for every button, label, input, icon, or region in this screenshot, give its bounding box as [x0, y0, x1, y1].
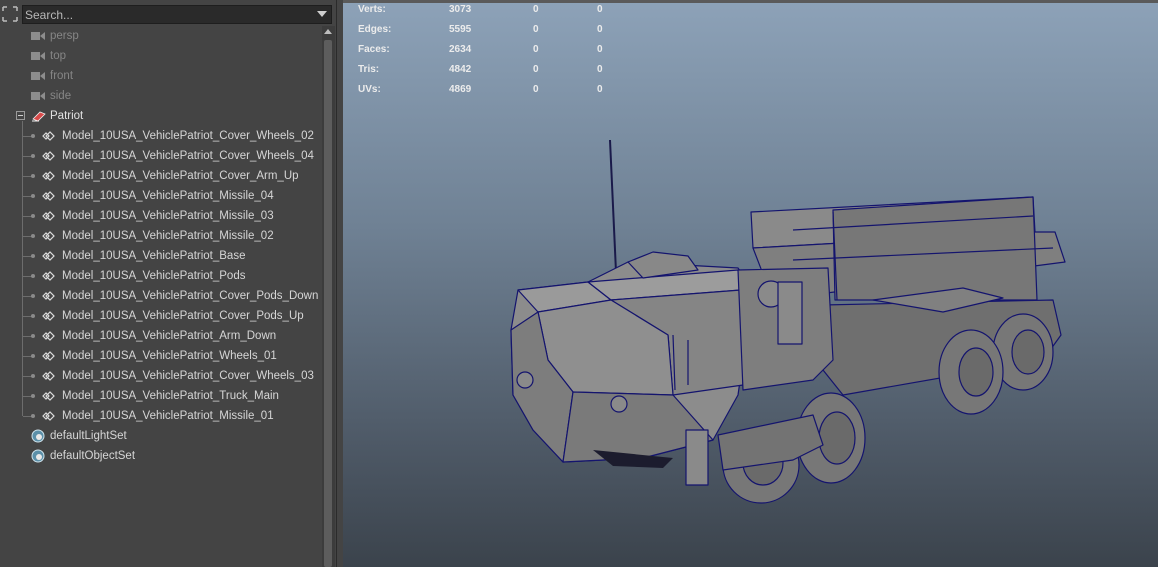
tree-item-label: Model_10USA_VehiclePatriot_Wheels_01 — [62, 350, 277, 362]
tree-item-label: front — [50, 70, 74, 82]
mesh-icon — [42, 311, 55, 321]
tree-item-label: defaultObjectSet — [50, 450, 136, 462]
mesh-icon — [42, 291, 55, 301]
tree-item-label: Model_10USA_VehiclePatriot_Cover_Arm_Up — [62, 170, 299, 182]
camera-icon — [31, 32, 45, 40]
set-icon — [31, 429, 45, 443]
tree-item-label: Model_10USA_VehiclePatriot_Cover_Pods_Up — [62, 310, 304, 322]
tree-item-label: side — [50, 90, 72, 102]
tree-item-label: Model_10USA_VehiclePatriot_Missile_02 — [62, 230, 274, 242]
tree-item-mesh[interactable]: Model_10USA_VehiclePatriot_Base — [0, 246, 322, 266]
group-icon — [32, 111, 46, 122]
collapse-toggle-icon[interactable] — [16, 111, 25, 120]
dot-icon — [31, 254, 35, 258]
outliner-panel: persp top front side Patriot Model_10USA… — [0, 0, 337, 567]
dot-icon — [31, 354, 35, 358]
tree-item-mesh[interactable]: Model_10USA_VehiclePatriot_Missile_03 — [0, 206, 322, 226]
tree-item-mesh[interactable]: Model_10USA_VehiclePatriot_Missile_04 — [0, 186, 322, 206]
mesh-icon — [42, 351, 55, 361]
mesh-icon — [42, 211, 55, 221]
tree-item-mesh[interactable]: Model_10USA_VehiclePatriot_Pods — [0, 266, 322, 286]
tree-item-mesh[interactable]: Model_10USA_VehiclePatriot_Cover_Pods_Do… — [0, 286, 322, 306]
tree-item-default-light-set[interactable]: defaultLightSet — [0, 426, 322, 446]
mesh-icon — [42, 371, 55, 381]
tree-item-label: Model_10USA_VehiclePatriot_Arm_Down — [62, 330, 277, 342]
tree-item-mesh[interactable]: Model_10USA_VehiclePatriot_Cover_Arm_Up — [0, 166, 322, 186]
tree-item-label: Model_10USA_VehiclePatriot_Missile_03 — [62, 210, 274, 222]
mesh-icon — [42, 191, 55, 201]
tree-item-label: Model_10USA_VehiclePatriot_Truck_Main — [62, 390, 279, 402]
tree-item-top[interactable]: top — [0, 46, 322, 66]
dot-icon — [31, 274, 35, 278]
tree-item-mesh[interactable]: Model_10USA_VehiclePatriot_Cover_Wheels_… — [0, 126, 322, 146]
set-icon — [31, 449, 45, 463]
dot-icon — [31, 334, 35, 338]
tree-item-mesh[interactable]: Model_10USA_VehiclePatriot_Missile_01 — [0, 406, 322, 426]
tree-item-label: Model_10USA_VehiclePatriot_Cover_Wheels_… — [62, 370, 314, 382]
dot-icon — [31, 394, 35, 398]
tree-item-mesh[interactable]: Model_10USA_VehiclePatriot_Truck_Main — [0, 386, 322, 406]
mesh-icon — [42, 411, 55, 421]
tree-item-label: Model_10USA_VehiclePatriot_Pods — [62, 270, 246, 282]
tree-item-patriot[interactable]: Patriot — [0, 106, 322, 126]
tree-item-label: Model_10USA_VehiclePatriot_Cover_Pods_Do… — [62, 290, 319, 302]
mesh-icon — [42, 171, 55, 181]
dot-icon — [31, 234, 35, 238]
viewport-3d[interactable]: Verts: 3073 0 0 Edges: 5595 0 0 Faces: 2… — [343, 0, 1158, 567]
tree-item-label: Patriot — [50, 110, 84, 122]
patriot-truck-wireframe-model[interactable] — [343, 0, 1158, 567]
dot-icon — [31, 374, 35, 378]
search-input[interactable] — [25, 7, 305, 22]
tree-item-mesh[interactable]: Model_10USA_VehiclePatriot_Cover_Wheels_… — [0, 146, 322, 166]
tree-item-mesh[interactable]: Model_10USA_VehiclePatriot_Cover_Wheels_… — [0, 366, 322, 386]
mesh-icon — [42, 131, 55, 141]
tree-item-side[interactable]: side — [0, 86, 322, 106]
mesh-icon — [42, 231, 55, 241]
dot-icon — [31, 214, 35, 218]
tree-item-mesh[interactable]: Model_10USA_VehiclePatriot_Cover_Pods_Up — [0, 306, 322, 326]
dot-icon — [31, 294, 35, 298]
camera-icon — [31, 72, 45, 80]
mesh-icon — [42, 271, 55, 281]
tree-item-label: persp — [50, 30, 79, 42]
dot-icon — [31, 194, 35, 198]
dot-icon — [31, 154, 35, 158]
tree-item-mesh[interactable]: Model_10USA_VehiclePatriot_Missile_02 — [0, 226, 322, 246]
filter-icon[interactable] — [2, 6, 18, 22]
camera-icon — [31, 52, 45, 60]
mesh-icon — [42, 151, 55, 161]
tree-item-label: Model_10USA_VehiclePatriot_Cover_Wheels_… — [62, 130, 314, 142]
dot-icon — [31, 414, 35, 418]
tree-item-mesh[interactable]: Model_10USA_VehiclePatriot_Arm_Down — [0, 326, 322, 346]
camera-icon — [31, 92, 45, 100]
dot-icon — [31, 314, 35, 318]
tree-item-persp[interactable]: persp — [0, 26, 322, 46]
dot-icon — [31, 134, 35, 138]
scroll-up-icon[interactable] — [324, 29, 332, 34]
tree-item-label: defaultLightSet — [50, 430, 127, 442]
outliner-scrollbar[interactable] — [322, 26, 335, 567]
tree-item-label: Model_10USA_VehiclePatriot_Missile_04 — [62, 190, 274, 202]
tree-item-label: Model_10USA_VehiclePatriot_Missile_01 — [62, 410, 274, 422]
mesh-icon — [42, 251, 55, 261]
search-field[interactable] — [22, 5, 332, 24]
tree-item-label: top — [50, 50, 66, 62]
scroll-thumb[interactable] — [324, 40, 332, 567]
search-row — [0, 5, 336, 25]
tree-item-front[interactable]: front — [0, 66, 322, 86]
tree-item-label: Model_10USA_VehiclePatriot_Base — [62, 250, 246, 262]
tree-item-label: Model_10USA_VehiclePatriot_Cover_Wheels_… — [62, 150, 314, 162]
tree-item-default-object-set[interactable]: defaultObjectSet — [0, 446, 322, 466]
dot-icon — [31, 174, 35, 178]
tree-item-mesh[interactable]: Model_10USA_VehiclePatriot_Wheels_01 — [0, 346, 322, 366]
search-dropdown-icon[interactable] — [317, 11, 327, 17]
mesh-icon — [42, 391, 55, 401]
mesh-icon — [42, 331, 55, 341]
